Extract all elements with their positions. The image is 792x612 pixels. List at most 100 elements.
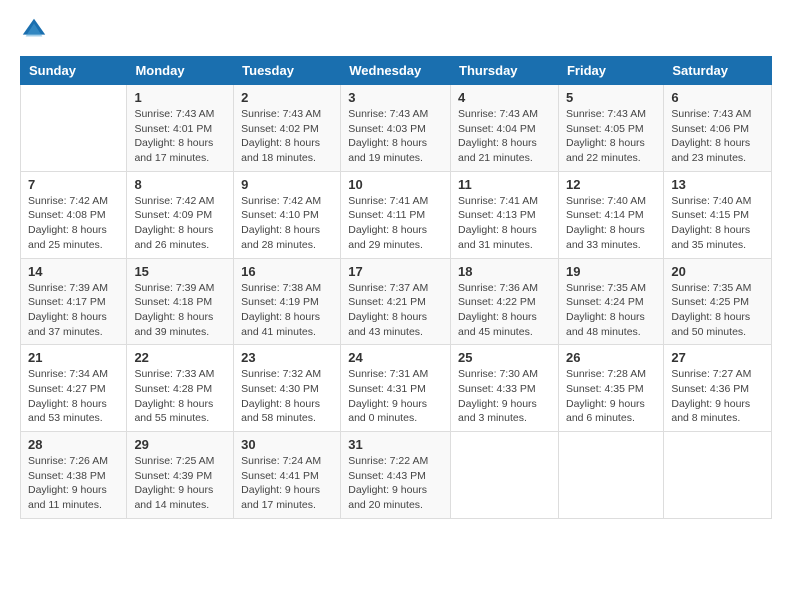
day-number: 3 bbox=[348, 90, 443, 105]
column-header-sunday: Sunday bbox=[21, 57, 127, 85]
calendar-cell: 14Sunrise: 7:39 AMSunset: 4:17 PMDayligh… bbox=[21, 258, 127, 345]
day-info: Sunrise: 7:36 AMSunset: 4:22 PMDaylight:… bbox=[458, 281, 551, 340]
calendar-cell: 17Sunrise: 7:37 AMSunset: 4:21 PMDayligh… bbox=[341, 258, 451, 345]
day-info: Sunrise: 7:32 AMSunset: 4:30 PMDaylight:… bbox=[241, 367, 333, 426]
calendar-cell: 31 Sunrise: 7:22 AMSunset: 4:43 PMDayligh… bbox=[341, 432, 451, 519]
day-info: Sunrise: 7:31 AMSunset: 4:31 PMDaylight:… bbox=[348, 367, 443, 426]
day-number: 20 bbox=[671, 264, 764, 279]
calendar-cell bbox=[664, 432, 772, 519]
day-info: Sunrise: 7:27 AMSunset: 4:36 PMDaylight:… bbox=[671, 367, 764, 426]
day-number: 17 bbox=[348, 264, 443, 279]
calendar-cell: 12 Sunrise: 7:40 AMSunset: 4:14 PMDayligh… bbox=[558, 171, 663, 258]
day-info: Sunrise: 7:38 AMSunset: 4:19 PMDaylight:… bbox=[241, 281, 333, 340]
day-info: Sunrise: 7:35 AMSunset: 4:25 PMDaylight:… bbox=[671, 281, 764, 340]
day-number: 23 bbox=[241, 350, 333, 365]
day-number: 21 bbox=[28, 350, 119, 365]
column-header-tuesday: Tuesday bbox=[234, 57, 341, 85]
column-header-saturday: Saturday bbox=[664, 57, 772, 85]
column-header-monday: Monday bbox=[127, 57, 234, 85]
day-number: 16 bbox=[241, 264, 333, 279]
column-header-friday: Friday bbox=[558, 57, 663, 85]
calendar-cell bbox=[21, 85, 127, 172]
calendar-week-row: 7 Sunrise: 7:42 AMSunset: 4:08 PMDaylight… bbox=[21, 171, 772, 258]
logo bbox=[20, 16, 52, 44]
day-number: 31 bbox=[348, 437, 443, 452]
day-info: Sunrise: 7:43 AMSunset: 4:03 PMDaylight:… bbox=[348, 107, 443, 166]
calendar-cell bbox=[558, 432, 663, 519]
day-number: 26 bbox=[566, 350, 656, 365]
calendar-cell: 4Sunrise: 7:43 AMSunset: 4:04 PMDaylight… bbox=[451, 85, 559, 172]
calendar-cell: 27 Sunrise: 7:27 AMSunset: 4:36 PMDayligh… bbox=[664, 345, 772, 432]
calendar-week-row: 21 Sunrise: 7:34 AMSunset: 4:27 PMDayligh… bbox=[21, 345, 772, 432]
day-info: Sunrise: 7:25 AMSunset: 4:39 PMDaylight:… bbox=[134, 454, 226, 513]
day-number: 2 bbox=[241, 90, 333, 105]
calendar-cell: 23 Sunrise: 7:32 AMSunset: 4:30 PMDayligh… bbox=[234, 345, 341, 432]
day-number: 7 bbox=[28, 177, 119, 192]
calendar-cell: 2 Sunrise: 7:43 AMSunset: 4:02 PMDaylight… bbox=[234, 85, 341, 172]
day-number: 4 bbox=[458, 90, 551, 105]
day-info: Sunrise: 7:43 AMSunset: 4:05 PMDaylight:… bbox=[566, 107, 656, 166]
day-info: Sunrise: 7:41 AMSunset: 4:11 PMDaylight:… bbox=[348, 194, 443, 253]
calendar-cell: 6 Sunrise: 7:43 AMSunset: 4:06 PMDaylight… bbox=[664, 85, 772, 172]
day-info: Sunrise: 7:34 AMSunset: 4:27 PMDaylight:… bbox=[28, 367, 119, 426]
day-info: Sunrise: 7:42 AMSunset: 4:09 PMDaylight:… bbox=[134, 194, 226, 253]
day-number: 13 bbox=[671, 177, 764, 192]
calendar-cell: 30 Sunrise: 7:24 AMSunset: 4:41 PMDayligh… bbox=[234, 432, 341, 519]
day-info: Sunrise: 7:26 AMSunset: 4:38 PMDaylight:… bbox=[28, 454, 119, 513]
day-number: 28 bbox=[28, 437, 119, 452]
day-info: Sunrise: 7:33 AMSunset: 4:28 PMDaylight:… bbox=[134, 367, 226, 426]
day-number: 12 bbox=[566, 177, 656, 192]
day-number: 11 bbox=[458, 177, 551, 192]
column-header-wednesday: Wednesday bbox=[341, 57, 451, 85]
calendar-cell: 21 Sunrise: 7:34 AMSunset: 4:27 PMDayligh… bbox=[21, 345, 127, 432]
day-number: 6 bbox=[671, 90, 764, 105]
day-info: Sunrise: 7:40 AMSunset: 4:15 PMDaylight:… bbox=[671, 194, 764, 253]
day-number: 25 bbox=[458, 350, 551, 365]
day-info: Sunrise: 7:43 AMSunset: 4:02 PMDaylight:… bbox=[241, 107, 333, 166]
calendar-cell: 18Sunrise: 7:36 AMSunset: 4:22 PMDayligh… bbox=[451, 258, 559, 345]
day-number: 19 bbox=[566, 264, 656, 279]
calendar-cell: 16 Sunrise: 7:38 AMSunset: 4:19 PMDayligh… bbox=[234, 258, 341, 345]
day-info: Sunrise: 7:43 AMSunset: 4:01 PMDaylight:… bbox=[134, 107, 226, 166]
calendar-cell: 29 Sunrise: 7:25 AMSunset: 4:39 PMDayligh… bbox=[127, 432, 234, 519]
calendar-cell: 20 Sunrise: 7:35 AMSunset: 4:25 PMDayligh… bbox=[664, 258, 772, 345]
calendar-cell: 25 Sunrise: 7:30 AMSunset: 4:33 PMDayligh… bbox=[451, 345, 559, 432]
day-number: 29 bbox=[134, 437, 226, 452]
calendar-cell: 3 Sunrise: 7:43 AMSunset: 4:03 PMDaylight… bbox=[341, 85, 451, 172]
day-info: Sunrise: 7:28 AMSunset: 4:35 PMDaylight:… bbox=[566, 367, 656, 426]
calendar-cell: 13 Sunrise: 7:40 AMSunset: 4:15 PMDayligh… bbox=[664, 171, 772, 258]
day-number: 14 bbox=[28, 264, 119, 279]
day-number: 1 bbox=[134, 90, 226, 105]
calendar-cell: 8 Sunrise: 7:42 AMSunset: 4:09 PMDaylight… bbox=[127, 171, 234, 258]
day-number: 24 bbox=[348, 350, 443, 365]
column-header-thursday: Thursday bbox=[451, 57, 559, 85]
day-info: Sunrise: 7:43 AMSunset: 4:06 PMDaylight:… bbox=[671, 107, 764, 166]
day-number: 5 bbox=[566, 90, 656, 105]
calendar-week-row: 14Sunrise: 7:39 AMSunset: 4:17 PMDayligh… bbox=[21, 258, 772, 345]
calendar-cell: 11Sunrise: 7:41 AMSunset: 4:13 PMDayligh… bbox=[451, 171, 559, 258]
day-info: Sunrise: 7:42 AMSunset: 4:08 PMDaylight:… bbox=[28, 194, 119, 253]
calendar-week-row: 1 Sunrise: 7:43 AMSunset: 4:01 PMDaylight… bbox=[21, 85, 772, 172]
day-number: 27 bbox=[671, 350, 764, 365]
calendar-cell: 7 Sunrise: 7:42 AMSunset: 4:08 PMDaylight… bbox=[21, 171, 127, 258]
day-number: 10 bbox=[348, 177, 443, 192]
day-info: Sunrise: 7:35 AMSunset: 4:24 PMDaylight:… bbox=[566, 281, 656, 340]
day-info: Sunrise: 7:24 AMSunset: 4:41 PMDaylight:… bbox=[241, 454, 333, 513]
calendar-cell: 28 Sunrise: 7:26 AMSunset: 4:38 PMDayligh… bbox=[21, 432, 127, 519]
day-number: 22 bbox=[134, 350, 226, 365]
calendar-cell: 24 Sunrise: 7:31 AMSunset: 4:31 PMDayligh… bbox=[341, 345, 451, 432]
calendar-cell: 9Sunrise: 7:42 AMSunset: 4:10 PMDaylight… bbox=[234, 171, 341, 258]
day-info: Sunrise: 7:22 AMSunset: 4:43 PMDaylight:… bbox=[348, 454, 443, 513]
calendar-cell: 15Sunrise: 7:39 AMSunset: 4:18 PMDayligh… bbox=[127, 258, 234, 345]
day-info: Sunrise: 7:30 AMSunset: 4:33 PMDaylight:… bbox=[458, 367, 551, 426]
calendar-table: SundayMondayTuesdayWednesdayThursdayFrid… bbox=[20, 56, 772, 519]
calendar-cell: 26 Sunrise: 7:28 AMSunset: 4:35 PMDayligh… bbox=[558, 345, 663, 432]
calendar-cell: 5 Sunrise: 7:43 AMSunset: 4:05 PMDaylight… bbox=[558, 85, 663, 172]
calendar-week-row: 28 Sunrise: 7:26 AMSunset: 4:38 PMDayligh… bbox=[21, 432, 772, 519]
day-number: 8 bbox=[134, 177, 226, 192]
calendar-cell: 10 Sunrise: 7:41 AMSunset: 4:11 PMDayligh… bbox=[341, 171, 451, 258]
calendar-cell: 22 Sunrise: 7:33 AMSunset: 4:28 PMDayligh… bbox=[127, 345, 234, 432]
day-info: Sunrise: 7:40 AMSunset: 4:14 PMDaylight:… bbox=[566, 194, 656, 253]
day-info: Sunrise: 7:42 AMSunset: 4:10 PMDaylight:… bbox=[241, 194, 333, 253]
day-number: 30 bbox=[241, 437, 333, 452]
